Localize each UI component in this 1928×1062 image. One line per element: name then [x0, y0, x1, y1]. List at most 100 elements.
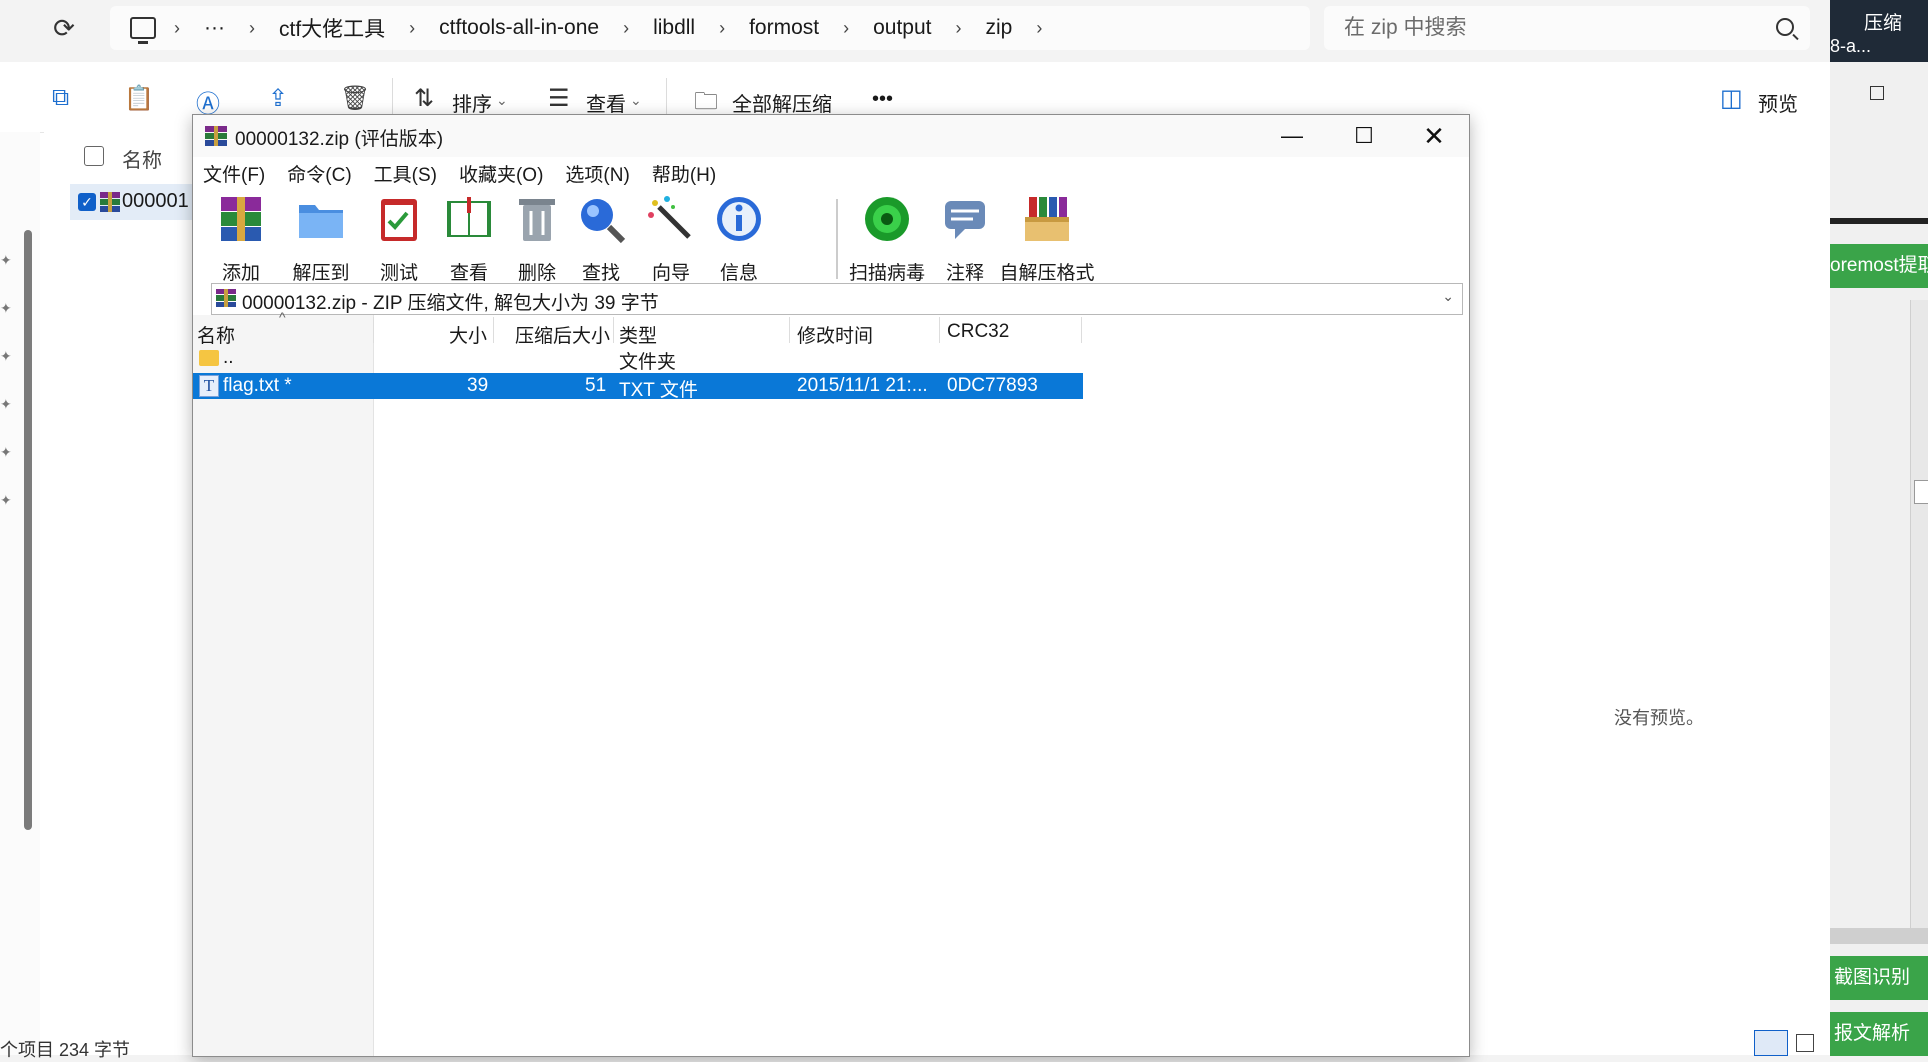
- column-header-size[interactable]: 大小: [449, 321, 487, 348]
- folder-extract-icon: [299, 205, 343, 238]
- chevron-right-icon[interactable]: ›: [401, 18, 423, 39]
- menu-options[interactable]: 选项(N): [565, 160, 629, 187]
- menu-file[interactable]: 文件(F): [203, 160, 265, 187]
- maximize-icon[interactable]: [1870, 86, 1884, 100]
- sort-button[interactable]: 排序: [452, 88, 492, 117]
- column-header-type[interactable]: 类型: [619, 321, 657, 348]
- pin-icon[interactable]: ✦: [0, 300, 12, 317]
- close-icon[interactable]: ✕: [1399, 115, 1469, 157]
- more-button[interactable]: •••: [872, 88, 893, 111]
- column-header-name[interactable]: 名称: [122, 144, 162, 173]
- pin-icon[interactable]: ✦: [0, 252, 12, 269]
- find-label: 查找: [581, 263, 620, 284]
- view-icon[interactable]: ☰: [548, 84, 570, 113]
- details-view-button[interactable]: [1754, 1030, 1788, 1056]
- chevron-right-icon[interactable]: ›: [241, 18, 263, 39]
- breadcrumb-item[interactable]: zip: [970, 16, 1029, 40]
- this-pc-icon[interactable]: [130, 17, 156, 44]
- breadcrumb-item[interactable]: ctf大佬工具: [263, 13, 401, 43]
- share-icon[interactable]: ⇪: [268, 84, 288, 113]
- rar-file-icon: [100, 192, 120, 212]
- menu-favorites[interactable]: 收藏夹(O): [459, 160, 543, 187]
- nav-scrollbar[interactable]: [24, 230, 32, 830]
- preview-pane-icon[interactable]: ◫: [1720, 84, 1743, 113]
- search-icon[interactable]: [1776, 18, 1794, 36]
- delete-button[interactable]: 删除: [505, 193, 569, 285]
- comment-label: 注释: [945, 263, 984, 284]
- add-button[interactable]: 添加: [207, 193, 275, 285]
- checkbox-checked-icon[interactable]: ✓: [78, 193, 96, 211]
- breadcrumb-item[interactable]: formost: [733, 16, 835, 40]
- extract-to-button[interactable]: 解压到: [279, 193, 363, 285]
- preview-button[interactable]: 预览: [1758, 88, 1798, 117]
- column-divider[interactable]: [613, 317, 614, 343]
- sort-icon[interactable]: ⇅: [414, 84, 434, 113]
- column-divider[interactable]: [789, 317, 790, 343]
- cell-packed: 51: [585, 375, 607, 396]
- find-button[interactable]: 查找: [569, 193, 633, 285]
- scrollbar-thumb[interactable]: [1914, 480, 1928, 504]
- minimize-icon[interactable]: —: [1257, 115, 1327, 157]
- horizontal-scrollbar[interactable]: [1830, 928, 1928, 944]
- maximize-icon[interactable]: ☐: [1329, 115, 1399, 157]
- navigation-pane: ✦ ✦ ✦ ✦ ✦ ✦: [0, 132, 40, 1055]
- menu-help[interactable]: 帮助(H): [652, 160, 716, 187]
- chevron-right-icon[interactable]: ›: [1028, 18, 1050, 39]
- menu-commands[interactable]: 命令(C): [287, 160, 351, 187]
- column-divider[interactable]: [493, 317, 494, 343]
- search-input[interactable]: 在 zip 中搜索: [1324, 6, 1810, 50]
- view-label: 查看: [449, 263, 488, 284]
- foremost-extract-button[interactable]: oremost提取: [1830, 244, 1928, 288]
- packet-parse-button[interactable]: 报文解析: [1830, 1012, 1928, 1056]
- column-header-modified[interactable]: 修改时间: [797, 321, 873, 348]
- pin-icon[interactable]: ✦: [0, 444, 12, 461]
- path-dropdown[interactable]: 00000132.zip - ZIP 压缩文件, 解包大小为 39 字节 ⌄: [211, 283, 1463, 315]
- chevron-right-icon[interactable]: ›: [948, 18, 970, 39]
- view-button[interactable]: 查看: [433, 193, 505, 285]
- breadcrumb-overflow[interactable]: ···: [188, 16, 241, 40]
- delete-icon[interactable]: 🗑: [340, 84, 370, 113]
- screenshot-ocr-button[interactable]: 截图识别: [1830, 956, 1928, 1000]
- chevron-down-icon[interactable]: ⌄: [630, 92, 642, 109]
- chevron-down-icon[interactable]: ⌄: [1442, 288, 1454, 305]
- side-app-scrollbar[interactable]: [1910, 300, 1928, 930]
- copy-icon[interactable]: ⧉: [52, 84, 69, 112]
- column-divider[interactable]: [939, 317, 940, 343]
- test-button[interactable]: 测试: [367, 193, 431, 285]
- scan-virus-button[interactable]: 扫描病毒: [845, 193, 929, 285]
- chevron-right-icon[interactable]: ›: [615, 18, 637, 39]
- info-button[interactable]: 信息: [707, 193, 771, 285]
- column-header-crc[interactable]: CRC32: [947, 321, 1009, 343]
- table-row[interactable]: .. 文件夹: [193, 345, 1083, 373]
- refresh-icon[interactable]: ⟳: [48, 12, 80, 44]
- select-all-checkbox[interactable]: [84, 146, 104, 166]
- wizard-label: 向导: [651, 263, 690, 284]
- column-divider[interactable]: [1081, 317, 1082, 343]
- title-bar[interactable]: 00000132.zip (评估版本) — ☐ ✕: [193, 115, 1469, 157]
- chevron-down-icon[interactable]: ⌄: [496, 92, 508, 109]
- sfx-button[interactable]: 自解压格式: [999, 193, 1095, 285]
- column-header-packed[interactable]: 压缩后大小: [515, 321, 610, 348]
- side-app-header: 压缩 8-a...: [1830, 0, 1928, 62]
- wizard-button[interactable]: 向导: [639, 193, 703, 285]
- column-divider[interactable]: [373, 317, 374, 343]
- chevron-right-icon[interactable]: ›: [835, 18, 857, 39]
- chevron-right-icon[interactable]: ›: [711, 18, 733, 39]
- comment-button[interactable]: 注释: [933, 193, 997, 285]
- extract-all-button[interactable]: 全部解压缩: [732, 88, 832, 117]
- chevron-right-icon[interactable]: ›: [166, 18, 188, 39]
- sfx-label: 自解压格式: [999, 263, 1095, 284]
- pin-icon[interactable]: ✦: [0, 492, 12, 509]
- tiles-view-button[interactable]: [1796, 1034, 1814, 1052]
- pin-icon[interactable]: ✦: [0, 348, 12, 365]
- address-bar[interactable]: › ··· › ctf大佬工具 › ctftools-all-in-one › …: [110, 6, 1310, 50]
- view-button[interactable]: 查看: [586, 88, 626, 117]
- table-row-selected[interactable]: T flag.txt * 39 51 TXT 文件 2015/11/1 21:.…: [193, 373, 1083, 401]
- breadcrumb-item[interactable]: libdll: [637, 16, 711, 40]
- pin-icon[interactable]: ✦: [0, 396, 12, 413]
- paste-icon[interactable]: 📋: [124, 84, 154, 113]
- menu-tools[interactable]: 工具(S): [374, 160, 437, 187]
- breadcrumb-item[interactable]: output: [857, 16, 947, 40]
- breadcrumb-item[interactable]: ctftools-all-in-one: [423, 16, 615, 40]
- column-header-name[interactable]: 名称: [197, 321, 235, 348]
